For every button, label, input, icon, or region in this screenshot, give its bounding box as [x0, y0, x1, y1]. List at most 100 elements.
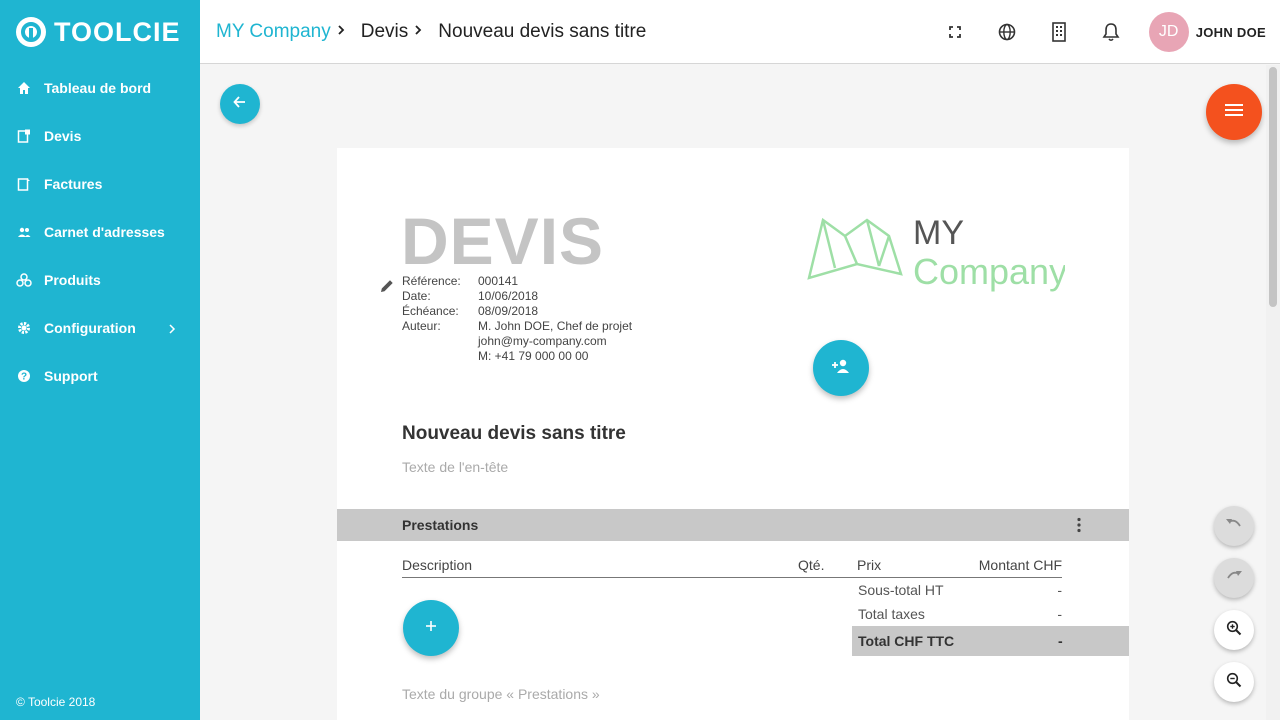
- header-actions: JD JOHN DOE: [929, 0, 1280, 64]
- meta-row: Date: 10/06/2018: [402, 289, 632, 304]
- quote-document: DEVIS Référence: 000141 Date: 10/06/2018 É…: [337, 148, 1129, 720]
- people-icon: [16, 224, 32, 240]
- subtotal-value: -: [1057, 582, 1062, 598]
- subtotal-row: Sous-total HT -: [858, 582, 1062, 606]
- undo-button[interactable]: [1214, 506, 1254, 546]
- company-logo-line2: Company: [913, 251, 1065, 292]
- document-name[interactable]: Nouveau devis sans titre: [402, 423, 626, 445]
- section-title[interactable]: Prestations: [402, 517, 478, 533]
- globe-icon[interactable]: [981, 6, 1033, 58]
- sidebar-item-label: Tableau de bord: [44, 80, 152, 96]
- meta-row: M: +41 79 000 00 00: [402, 349, 632, 364]
- meta-value: M: +41 79 000 00 00: [478, 349, 589, 363]
- total-row: Total CHF TTC -: [852, 626, 1129, 656]
- breadcrumb-label: Devis: [360, 20, 409, 42]
- meta-value: 10/06/2018: [478, 289, 539, 303]
- column-amount: Montant CHF: [978, 557, 1062, 573]
- hamburger-icon: [1225, 103, 1243, 122]
- sidebar-nav: Tableau de bord Devis Factures Carnet d'…: [0, 64, 200, 400]
- total-label: Total CHF TTC: [858, 633, 955, 649]
- add-line-button[interactable]: [403, 600, 459, 656]
- zoom-in-button[interactable]: [1214, 610, 1254, 650]
- sidebar-item-dashboard[interactable]: Tableau de bord: [0, 64, 200, 112]
- invoice-icon: [16, 176, 32, 192]
- fullscreen-icon[interactable]: [929, 6, 981, 58]
- sidebar-item-label: Configuration: [44, 320, 136, 336]
- taxes-value: -: [1057, 606, 1062, 622]
- company-logo-mark-icon: [807, 217, 903, 280]
- meta-row: Référence: 000141: [402, 274, 632, 289]
- company-logo[interactable]: MY Company: [805, 208, 1065, 296]
- meta-row: john@my-company.com: [402, 334, 632, 349]
- zoom-out-button[interactable]: [1214, 662, 1254, 702]
- column-description: Description: [402, 557, 473, 573]
- group-text-field[interactable]: Texte du groupe « Prestations »: [402, 686, 600, 702]
- sidebar-item-label: Carnet d'adresses: [44, 224, 165, 240]
- products-icon: [16, 272, 32, 288]
- column-price: Prix: [857, 557, 882, 573]
- document-meta[interactable]: Référence: 000141 Date: 10/06/2018 Échéanc…: [402, 274, 632, 364]
- sidebar-item-quotes[interactable]: Devis: [0, 112, 200, 160]
- meta-row: Auteur: M. John DOE, Chef de projet: [402, 319, 632, 334]
- more-vertical-icon[interactable]: [1077, 517, 1081, 538]
- taxes-label: Total taxes: [858, 606, 925, 622]
- plus-icon: [424, 619, 438, 638]
- breadcrumb-current: Nouveau devis sans titre: [438, 21, 646, 43]
- document-title: DEVIS: [401, 204, 605, 278]
- zoom-in-icon: [1226, 620, 1242, 641]
- meta-label: [402, 349, 478, 364]
- sidebar-item-label: Factures: [44, 176, 103, 192]
- section-header: Prestations: [337, 509, 1129, 541]
- building-icon[interactable]: [1033, 6, 1085, 58]
- top-header: MY Company Devis Nouveau devis sans titr…: [200, 0, 1280, 64]
- meta-label: Référence:: [402, 274, 461, 288]
- sidebar-item-label: Produits: [44, 272, 101, 288]
- menu-button[interactable]: [1206, 84, 1262, 140]
- meta-value: 000141: [478, 274, 519, 288]
- svg-text:?: ?: [21, 372, 27, 383]
- breadcrumb-company[interactable]: MY Company: [216, 21, 345, 43]
- app-logo[interactable]: TOOLCIE: [0, 0, 200, 64]
- subtotal-label: Sous-total HT: [858, 582, 944, 598]
- sidebar-item-configuration[interactable]: Configuration: [0, 304, 200, 352]
- scrollbar-thumb[interactable]: [1269, 67, 1277, 307]
- add-person-icon: [831, 358, 851, 379]
- add-contact-button[interactable]: [813, 340, 869, 396]
- meta-label: [402, 334, 478, 349]
- chevron-right-icon: [168, 321, 176, 337]
- breadcrumb: MY Company Devis Nouveau devis sans titr…: [200, 21, 662, 43]
- sidebar-item-invoices[interactable]: Factures: [0, 160, 200, 208]
- breadcrumb-label: Nouveau devis sans titre: [438, 20, 647, 42]
- table-header: Description Qté. Prix Montant CHF: [402, 556, 1062, 578]
- arrow-left-icon: [232, 94, 248, 115]
- sidebar-item-support[interactable]: ? Support: [0, 352, 200, 400]
- gear-icon: [16, 320, 32, 336]
- notification-bell-icon[interactable]: [1085, 6, 1137, 58]
- meta-row: Échéance: 08/09/2018: [402, 304, 632, 319]
- meta-label: Échéance:: [402, 304, 459, 318]
- meta-value: john@my-company.com: [478, 334, 607, 348]
- zoom-out-icon: [1226, 672, 1242, 693]
- header-text-field[interactable]: Texte de l'en-tête: [402, 459, 508, 475]
- redo-icon: [1225, 569, 1243, 587]
- help-icon: ?: [16, 368, 32, 384]
- sidebar-item-products[interactable]: Produits: [0, 256, 200, 304]
- chevron-right-icon: [414, 23, 422, 41]
- breadcrumb-quotes[interactable]: Devis: [361, 21, 423, 43]
- scrollbar[interactable]: [1266, 65, 1280, 720]
- copyright: © Toolcie 2018: [16, 695, 96, 709]
- redo-button[interactable]: [1214, 558, 1254, 598]
- back-button[interactable]: [220, 84, 260, 124]
- meta-label: Auteur:: [402, 319, 441, 333]
- meta-label: Date:: [402, 289, 431, 303]
- sidebar-item-addressbook[interactable]: Carnet d'adresses: [0, 208, 200, 256]
- meta-value: 08/09/2018: [478, 304, 539, 318]
- sidebar-item-label: Support: [44, 368, 98, 384]
- column-qty: Qté.: [798, 557, 825, 573]
- avatar[interactable]: JD: [1148, 12, 1189, 52]
- undo-icon: [1225, 517, 1243, 535]
- user-name[interactable]: JOHN DOE: [1196, 25, 1266, 40]
- edit-pencil-icon[interactable]: [379, 278, 395, 299]
- quote-icon: [16, 128, 32, 144]
- sidebar: TOOLCIE Tableau de bord Devis Factures C…: [0, 0, 200, 720]
